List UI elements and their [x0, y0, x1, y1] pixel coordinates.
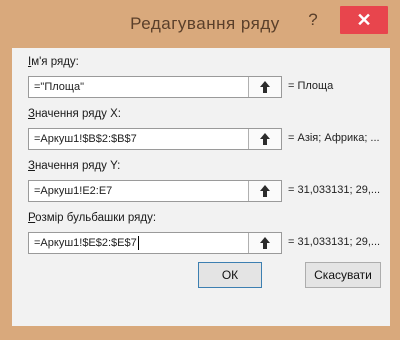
x-values-preview: = Азія; Африка; ... — [288, 132, 380, 144]
series-name-range-picker[interactable] — [248, 77, 281, 97]
series-name-preview: = Площа — [288, 80, 334, 92]
y-values-preview: = 31,033131; 29,... — [288, 184, 381, 196]
x-values-label: Значення ряду X: — [28, 108, 121, 120]
y-values-value: =Аркуш1!E2:E7 — [34, 185, 113, 197]
collapse-range-arrow-icon — [260, 237, 270, 249]
bubble-size-range-picker[interactable] — [248, 233, 281, 253]
text-cursor — [137, 236, 139, 251]
y-values-input[interactable]: =Аркуш1!E2:E7 — [28, 180, 282, 202]
close-button[interactable]: ✕ — [340, 6, 388, 34]
collapse-range-arrow-icon — [260, 133, 270, 145]
cancel-button[interactable]: Скасувати — [305, 262, 381, 288]
x-values-value: =Аркуш1!$B$2:$B$7 — [34, 133, 137, 145]
bubble-size-input[interactable]: =Аркуш1!$E$2:$E$7 — [28, 232, 282, 254]
dialog-title: Редагування ряду — [130, 14, 280, 33]
y-values-label: Значення ряду Y: — [28, 160, 121, 172]
bubble-size-value: =Аркуш1!$E$2:$E$7 — [34, 237, 137, 249]
series-name-value: ="Площа" — [34, 81, 84, 93]
title-bar[interactable]: Редагування ряду ? ✕ — [0, 0, 400, 48]
x-values-input[interactable]: =Аркуш1!$B$2:$B$7 — [28, 128, 282, 150]
series-name-input[interactable]: ="Площа" — [28, 76, 282, 98]
x-values-range-picker[interactable] — [248, 129, 281, 149]
collapse-range-arrow-icon — [260, 185, 270, 197]
series-name-label: Ім'я ряду: — [28, 56, 79, 68]
help-button[interactable]: ? — [303, 10, 323, 32]
collapse-range-arrow-icon — [260, 81, 270, 93]
edit-series-dialog: Редагування ряду ? ✕ Ім'я ряду: ="Площа"… — [0, 0, 400, 340]
ok-button[interactable]: ОК — [198, 262, 262, 288]
bubble-size-preview: = 31,033131; 29,... — [288, 236, 381, 248]
y-values-range-picker[interactable] — [248, 181, 281, 201]
bubble-size-label: Розмір бульбашки ряду: — [28, 212, 157, 224]
dialog-body: Ім'я ряду: ="Площа" = Площа Значення ряд… — [12, 48, 390, 326]
